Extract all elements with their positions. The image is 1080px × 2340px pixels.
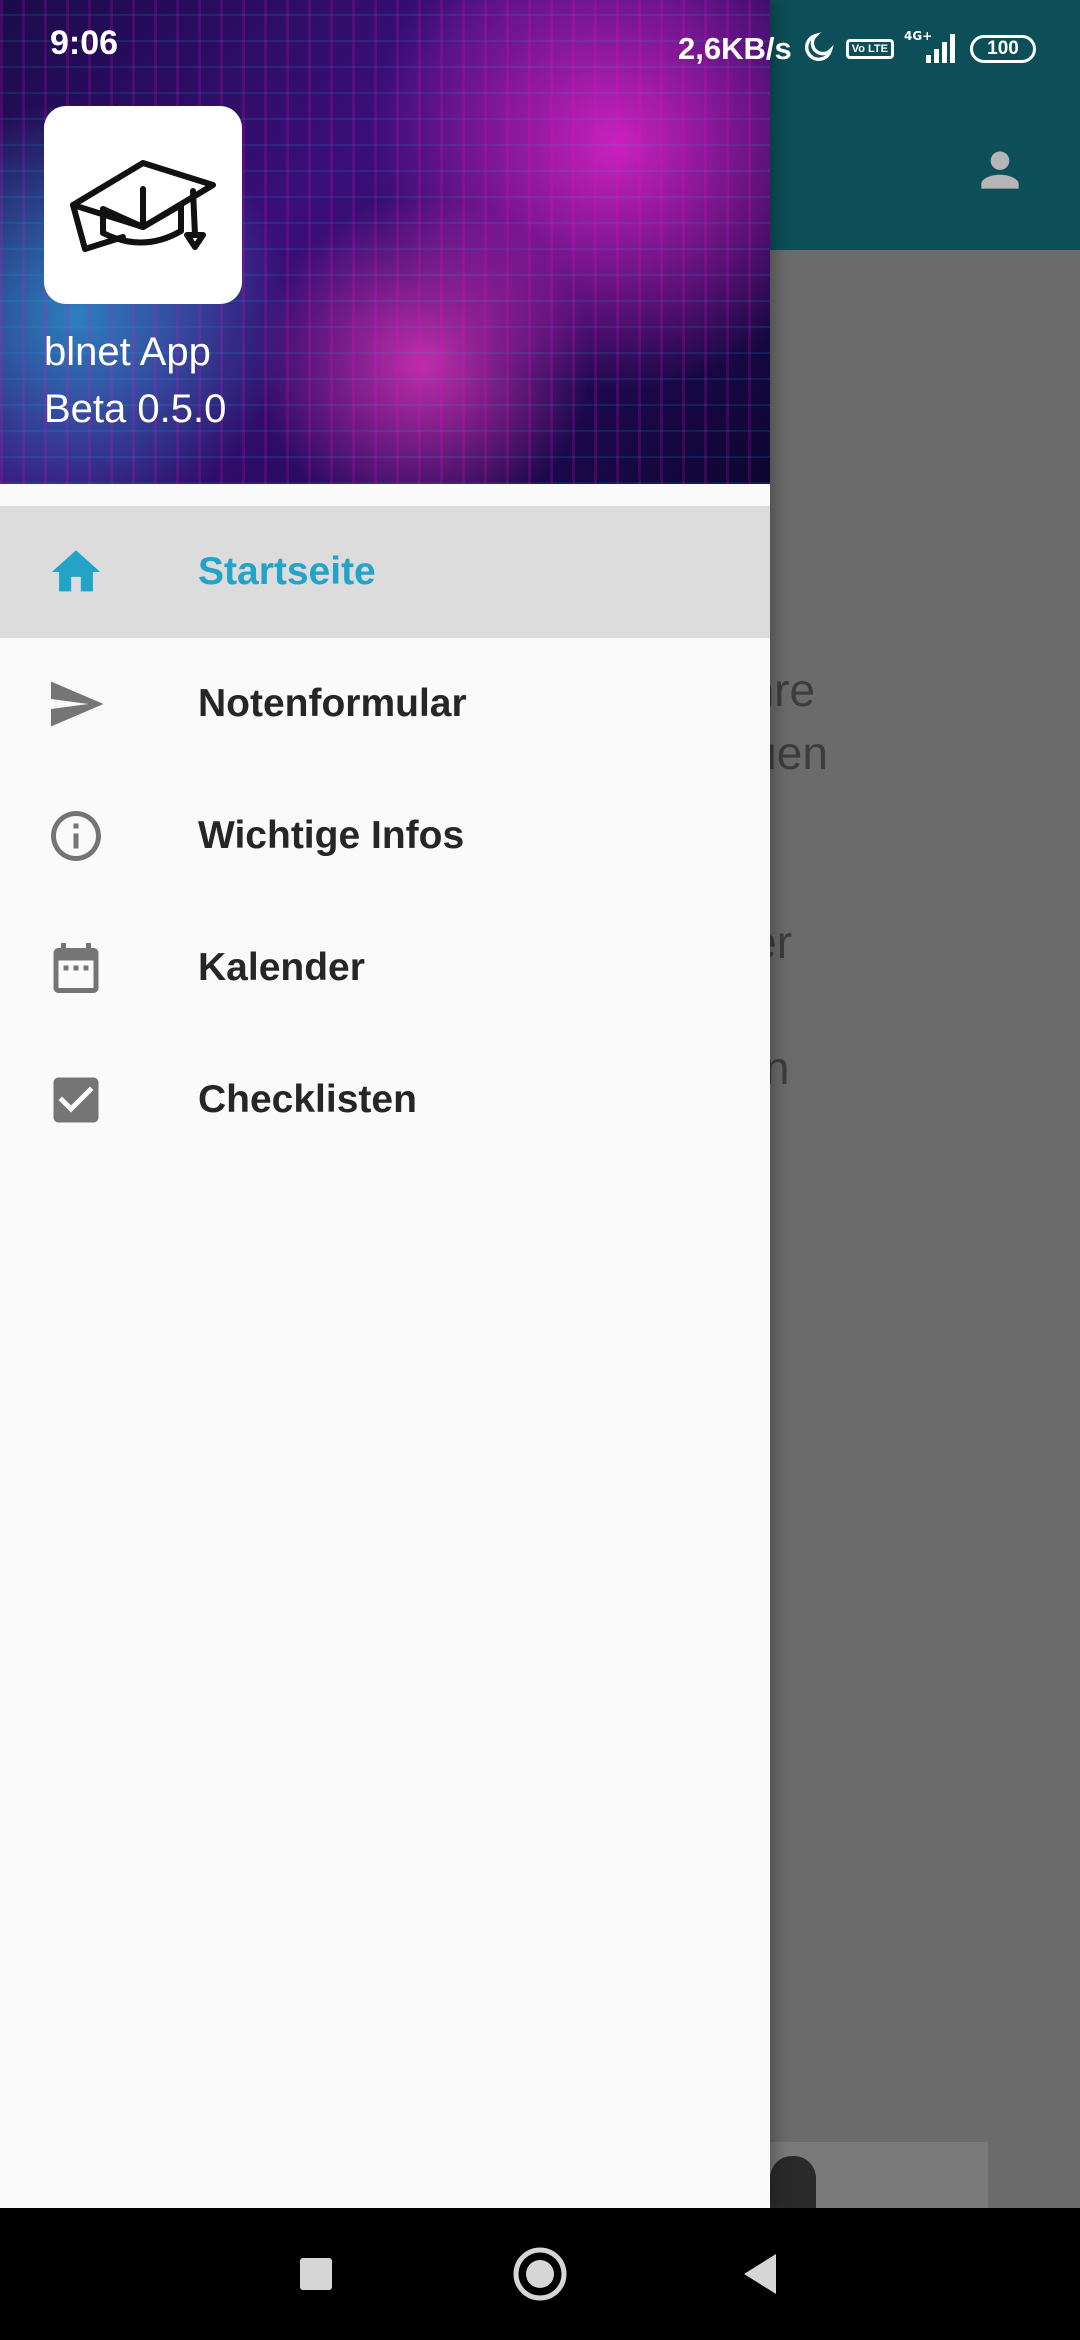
signal-icon: 4G+ [904, 29, 960, 70]
calendar-icon [46, 940, 106, 996]
network-speed: 2,6KB/s [678, 31, 792, 66]
volte-icon: Vo LTE [845, 39, 894, 59]
graduation-cap-icon [44, 106, 242, 304]
status-bar: 9:06 2,6KB/s Vo LTE 4G+ 100 [0, 0, 1080, 96]
menu-item-label: Notenformular [198, 682, 467, 725]
background-photo [770, 2142, 988, 2208]
account-icon[interactable] [972, 142, 1028, 198]
menu-item-notenformular[interactable]: Notenformular [0, 638, 770, 770]
recents-button[interactable] [288, 2246, 344, 2302]
moon-icon [802, 30, 836, 69]
checkbox-icon [46, 1072, 106, 1128]
send-icon [46, 676, 106, 732]
info-icon [46, 808, 106, 864]
back-button[interactable] [732, 2246, 788, 2302]
menu-item-wichtige-infos[interactable]: Wichtige Infos [0, 770, 770, 902]
menu-item-checklisten[interactable]: Checklisten [0, 1034, 770, 1166]
navigation-drawer: blnet App Beta 0.5.0 Startseite Notenfor… [0, 0, 770, 2208]
menu-item-label: Startseite [198, 550, 376, 593]
menu-item-kalender[interactable]: Kalender [0, 902, 770, 1034]
home-button[interactable] [512, 2246, 568, 2302]
battery-icon: 100 [970, 35, 1036, 63]
app-version: Beta 0.5.0 [44, 387, 227, 431]
status-icons: 2,6KB/s Vo LTE 4G+ 100 [678, 26, 1036, 72]
menu-item-startseite[interactable]: Startseite [0, 506, 770, 638]
menu-item-label: Kalender [198, 946, 365, 989]
menu-item-label: Checklisten [198, 1078, 417, 1121]
home-icon [46, 544, 106, 600]
app-name: blnet App [44, 330, 211, 374]
network-type: 4G+ [904, 29, 932, 43]
menu-item-label: Wichtige Infos [198, 814, 465, 857]
drawer-menu: Startseite Notenformular Wichtige Infos … [0, 506, 770, 1166]
system-navigation-bar [0, 2208, 1080, 2340]
status-time: 9:06 [50, 24, 119, 62]
